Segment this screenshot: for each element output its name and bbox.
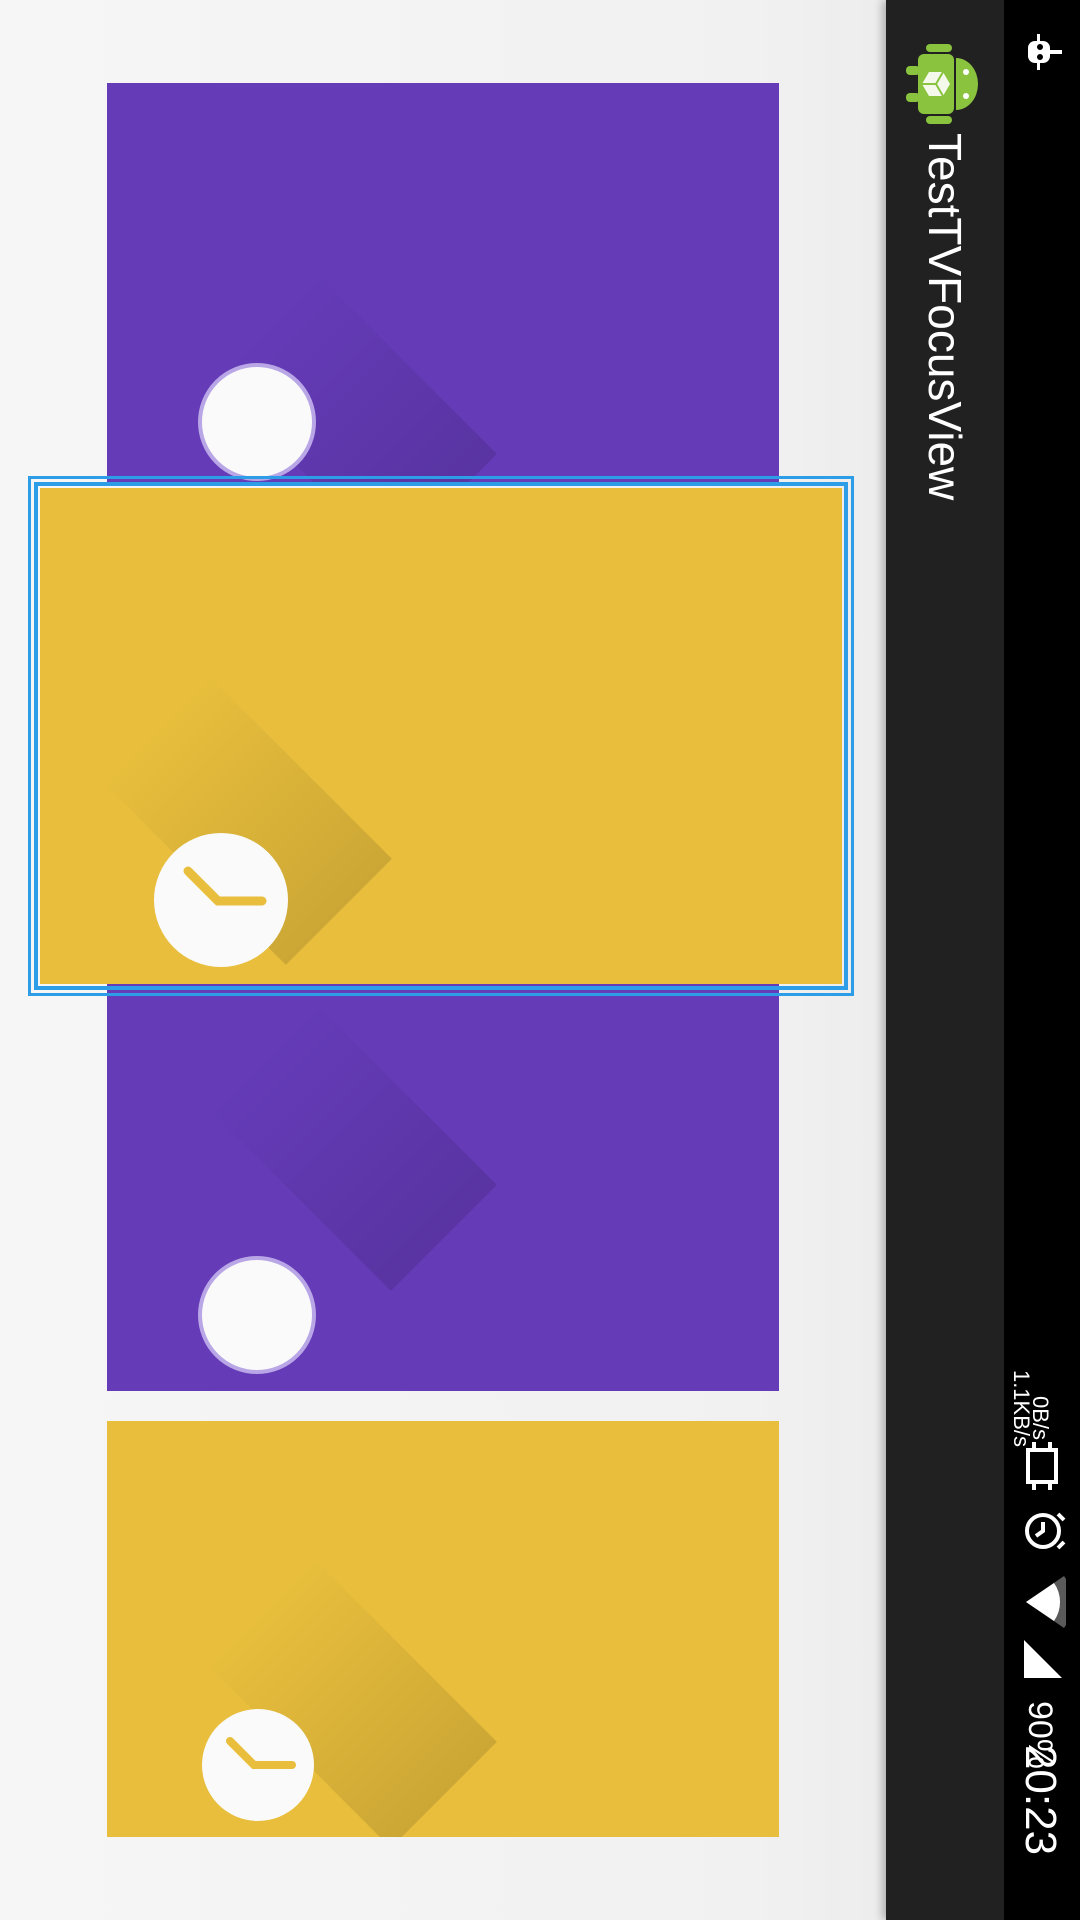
card-shadow [206,1000,497,1291]
alarm-icon [1025,1512,1066,1550]
card-4[interactable] [107,1421,779,1837]
clock-icon [226,1737,296,1769]
card-fab-button[interactable] [202,1709,314,1821]
card-fab-button[interactable] [198,1256,316,1374]
card-fab-button[interactable] [198,363,316,481]
android-robot-icon [906,44,978,124]
net-download-speed: 1.1KB/s [1009,1369,1034,1447]
card-1[interactable] [107,83,779,483]
status-bar [1004,0,1080,1920]
focus-border-inner [34,482,848,990]
signal-icon [1024,1640,1062,1678]
wifi-icon [1026,1576,1066,1628]
app-title: TestTVFocusView [919,133,971,501]
status-clock: 20:23 [1016,1744,1065,1856]
card-3[interactable] [107,980,779,1391]
debug-icon [1028,34,1062,70]
